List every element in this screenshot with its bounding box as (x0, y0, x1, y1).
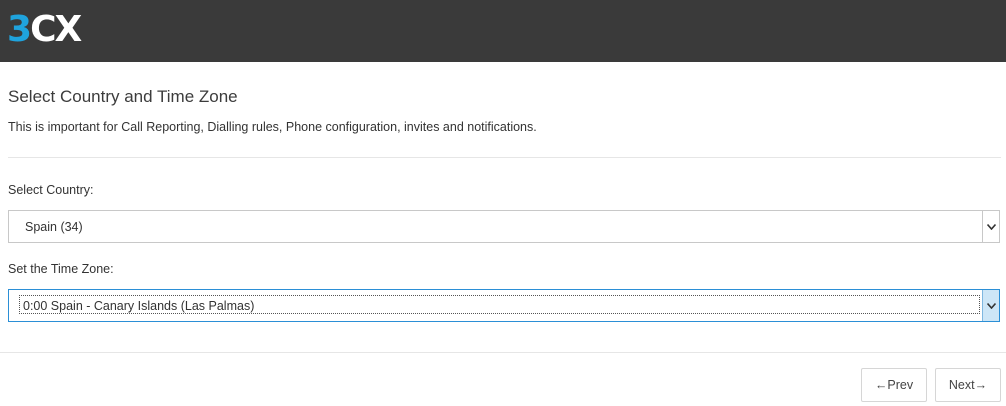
page-title: Select Country and Time Zone (8, 87, 238, 106)
next-button[interactable]: Next→ (935, 368, 1001, 402)
country-label: Select Country: (8, 183, 94, 197)
top-bar: 3 C X (0, 0, 1006, 62)
section-divider-bottom (0, 352, 1006, 353)
timezone-select-value: 0:00 Spain - Canary Islands (Las Palmas) (23, 299, 255, 313)
country-select[interactable]: Spain (34) (8, 210, 1000, 243)
logo-part-c: C (30, 9, 56, 50)
section-divider-top (8, 157, 1001, 158)
chevron-down-icon[interactable] (982, 290, 999, 321)
logo-part-x: X (54, 9, 82, 50)
chevron-down-icon[interactable] (982, 211, 999, 242)
page-description: This is important for Call Reporting, Di… (8, 120, 537, 134)
timezone-label: Set the Time Zone: (8, 262, 114, 276)
country-select-value: Spain (34) (25, 220, 83, 234)
logo-part-3: 3 (7, 9, 32, 50)
3cx-logo[interactable]: 3 C X (7, 9, 82, 50)
prev-button[interactable]: ←Prev (861, 368, 927, 402)
timezone-select[interactable]: 0:00 Spain - Canary Islands (Las Palmas) (8, 289, 1000, 322)
